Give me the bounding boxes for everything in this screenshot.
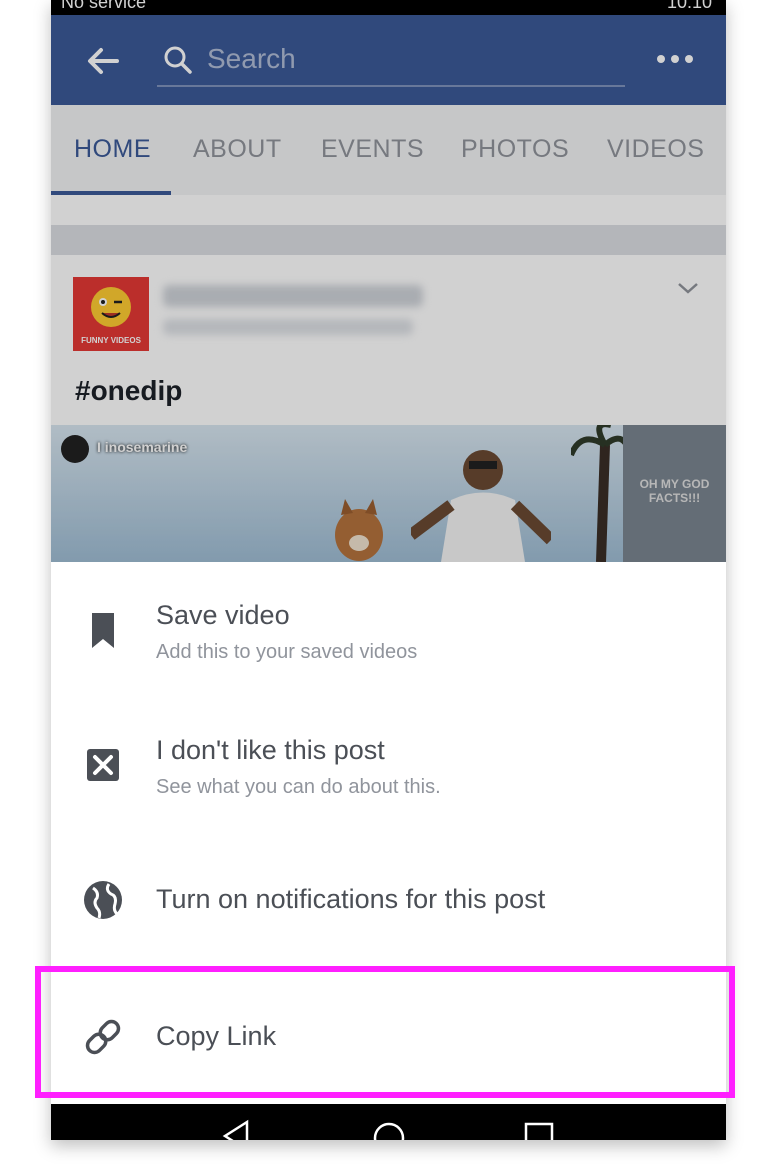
bookmark-icon xyxy=(81,608,125,652)
menu-item-title: Copy Link xyxy=(156,1021,277,1051)
link-icon xyxy=(81,1015,125,1059)
bottom-sheet-menu: Save video Add this to your saved videos… xyxy=(51,562,726,1104)
menu-item-dont-like[interactable]: I don't like this post See what you can … xyxy=(51,697,726,832)
menu-item-subtitle: See what you can do about this. xyxy=(156,776,441,798)
system-nav-bar xyxy=(51,1104,726,1140)
globe-icon xyxy=(81,878,125,922)
menu-item-copy-link[interactable]: Copy Link xyxy=(51,967,726,1104)
menu-item-notifications[interactable]: Turn on notifications for this post xyxy=(51,832,726,967)
menu-item-title: Turn on notifications for this post xyxy=(156,884,546,914)
nav-home-icon[interactable] xyxy=(369,1118,409,1140)
close-box-icon xyxy=(81,743,125,787)
menu-item-subtitle: Add this to your saved videos xyxy=(156,641,418,663)
menu-item-title: I don't like this post xyxy=(156,735,385,765)
dim-overlay[interactable] xyxy=(51,0,726,562)
nav-back-icon[interactable] xyxy=(217,1118,257,1140)
menu-item-title: Save video xyxy=(156,600,290,630)
phone-screen: No service 10:10 HOME ABOUT EVENTS PHOTO… xyxy=(51,0,726,1140)
menu-item-save-video[interactable]: Save video Add this to your saved videos xyxy=(51,562,726,697)
nav-recents-icon[interactable] xyxy=(519,1118,559,1140)
